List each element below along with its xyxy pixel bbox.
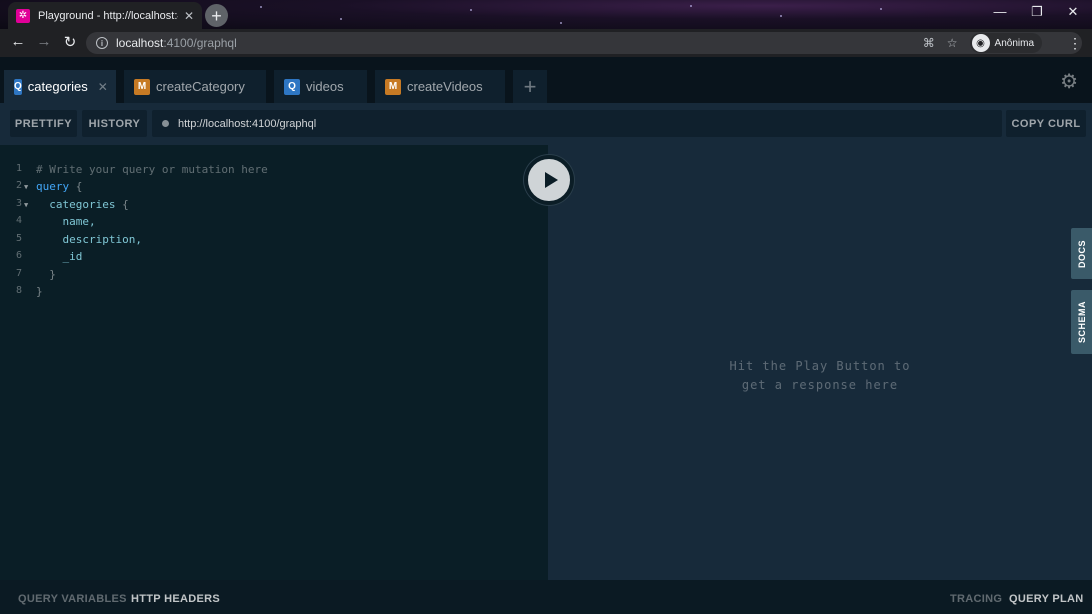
tracing-tab[interactable]: TRACING <box>950 593 1002 605</box>
docs-tab-label: DOCS <box>1076 239 1087 268</box>
playground-tab-bar: Q categories ✕ M createCategory Q videos… <box>0 57 1092 103</box>
http-headers-tab[interactable]: HTTP HEADERS <box>131 593 220 605</box>
tab-createCategory[interactable]: M createCategory <box>124 70 266 103</box>
reload-icon[interactable]: ↻ <box>60 33 80 51</box>
schema-tab-label: SCHEMA <box>1076 300 1087 344</box>
tab-label: createCategory <box>156 79 245 94</box>
tab-label: createVideos <box>407 79 483 94</box>
result-placeholder: Hit the Play Button to get a response he… <box>548 357 1092 395</box>
browser-tab-title: Playground - http://localhost:4100 <box>38 9 178 22</box>
tab-createVideos[interactable]: M createVideos <box>375 70 505 103</box>
browser-titlebar: ✲ Playground - http://localhost:4100 ✕ +… <box>0 0 1092 29</box>
tab-close-icon[interactable]: ✕ <box>98 80 108 94</box>
line-number: 1 <box>15 163 22 174</box>
query-badge-icon: Q <box>14 78 22 95</box>
background-star <box>260 6 262 8</box>
code-punctuation: } <box>36 285 43 298</box>
address-bar[interactable]: i localhost:4100/graphql ⌘ ☆ ◉ Anônima <box>86 32 1082 54</box>
minimize-button[interactable]: — <box>985 4 1015 19</box>
code-line: 3 ▼ categories { <box>0 198 540 215</box>
bottom-drawer-bar: QUERY VARIABLES HTTP HEADERS TRACING QUE… <box>0 580 1092 614</box>
code-line: 7 } <box>0 268 540 285</box>
background-star <box>690 5 692 7</box>
code-field: _id <box>36 250 83 263</box>
url-host: localhost <box>116 36 164 50</box>
tab-videos[interactable]: Q videos <box>274 70 367 103</box>
prettify-button[interactable]: PRETTIFY <box>10 110 77 137</box>
fold-arrow-icon[interactable]: ▼ <box>24 183 28 191</box>
restore-button[interactable]: ❐ <box>1022 4 1052 20</box>
url-path: :4100/graphql <box>163 36 237 50</box>
endpoint-url: http://localhost:4100/graphql <box>178 117 317 130</box>
graphql-favicon-icon: ✲ <box>16 8 30 23</box>
translate-icon[interactable]: ⌘ <box>923 36 935 50</box>
query-editor[interactable]: 1 # Write your query or mutation here 2 … <box>0 145 548 580</box>
tab-label: videos <box>306 79 344 94</box>
line-number: 8 <box>15 285 22 296</box>
background-star <box>880 8 882 10</box>
line-number: 3 <box>15 198 22 209</box>
forward-arrow-icon[interactable]: → <box>34 33 54 50</box>
line-number: 5 <box>15 233 22 244</box>
hint-line: Hit the Play Button to <box>729 359 911 373</box>
code-comment: # Write your query or mutation here <box>36 163 268 176</box>
profile-name: Anônima <box>994 37 1034 49</box>
browser-tab[interactable]: ✲ Playground - http://localhost:4100 ✕ <box>8 2 202 29</box>
tab-label: categories <box>27 79 88 94</box>
docs-tab[interactable]: DOCS <box>1071 228 1092 279</box>
line-number: 7 <box>15 268 22 279</box>
bookmark-star-icon[interactable]: ☆ <box>947 36 958 50</box>
tab-categories[interactable]: Q categories ✕ <box>4 70 116 103</box>
code-line: 8 } <box>0 285 540 302</box>
background-star <box>340 18 342 20</box>
site-info-icon[interactable]: i <box>96 37 108 49</box>
add-tab-button[interactable]: + <box>513 70 547 103</box>
line-number: 6 <box>15 250 22 261</box>
close-window-button[interactable]: ✕ <box>1058 4 1088 20</box>
code-keyword: query <box>36 180 70 193</box>
execute-query-button[interactable] <box>524 155 574 205</box>
code-line: 6 _id <box>0 250 540 267</box>
hint-line: get a response here <box>741 378 899 392</box>
browser-tab-close-icon[interactable]: ✕ <box>184 9 194 23</box>
line-number: 2 <box>15 180 22 191</box>
code-line: 5 description, <box>0 233 540 250</box>
play-icon <box>544 172 558 188</box>
incognito-profile[interactable]: ◉ Anônima <box>969 33 1042 53</box>
code-field: description, <box>36 233 142 246</box>
connection-status-dot <box>162 120 169 127</box>
code-punctuation: } <box>36 268 56 281</box>
background-star <box>560 22 562 24</box>
settings-gear-icon[interactable]: ⚙ <box>1060 69 1078 94</box>
code-field: name, <box>36 215 96 228</box>
code-punctuation: { <box>69 180 83 193</box>
background-star <box>780 15 782 17</box>
endpoint-input[interactable]: http://localhost:4100/graphql <box>152 110 1002 137</box>
playground-toolbar: PRETTIFY HISTORY http://localhost:4100/g… <box>0 103 1092 145</box>
code-line: 4 name, <box>0 215 540 232</box>
history-button[interactable]: HISTORY <box>82 110 147 137</box>
copy-curl-button[interactable]: COPY CURL <box>1006 110 1086 137</box>
code-punctuation: { <box>115 198 129 211</box>
fold-arrow-icon[interactable]: ▼ <box>24 201 28 209</box>
background-star <box>470 9 472 11</box>
mutation-badge-icon: M <box>385 78 401 95</box>
mutation-badge-icon: M <box>134 78 150 95</box>
code-line: 2 ▼ query { <box>0 180 540 197</box>
browser-menu-icon[interactable]: ⋮ <box>1068 35 1082 52</box>
incognito-icon: ◉ <box>971 34 990 52</box>
back-arrow-icon[interactable]: ← <box>8 33 28 50</box>
code-field: categories <box>36 198 116 211</box>
browser-toolbar: ← → ↻ i localhost:4100/graphql ⌘ ☆ ◉ Anô… <box>0 29 1092 57</box>
new-tab-button[interactable]: + <box>205 4 228 27</box>
query-badge-icon: Q <box>284 78 300 95</box>
schema-tab[interactable]: SCHEMA <box>1071 290 1092 354</box>
line-number: 4 <box>15 215 22 226</box>
code-line: 1 # Write your query or mutation here <box>0 163 540 180</box>
query-variables-tab[interactable]: QUERY VARIABLES <box>18 593 127 605</box>
query-plan-tab[interactable]: QUERY PLAN <box>1009 593 1084 605</box>
